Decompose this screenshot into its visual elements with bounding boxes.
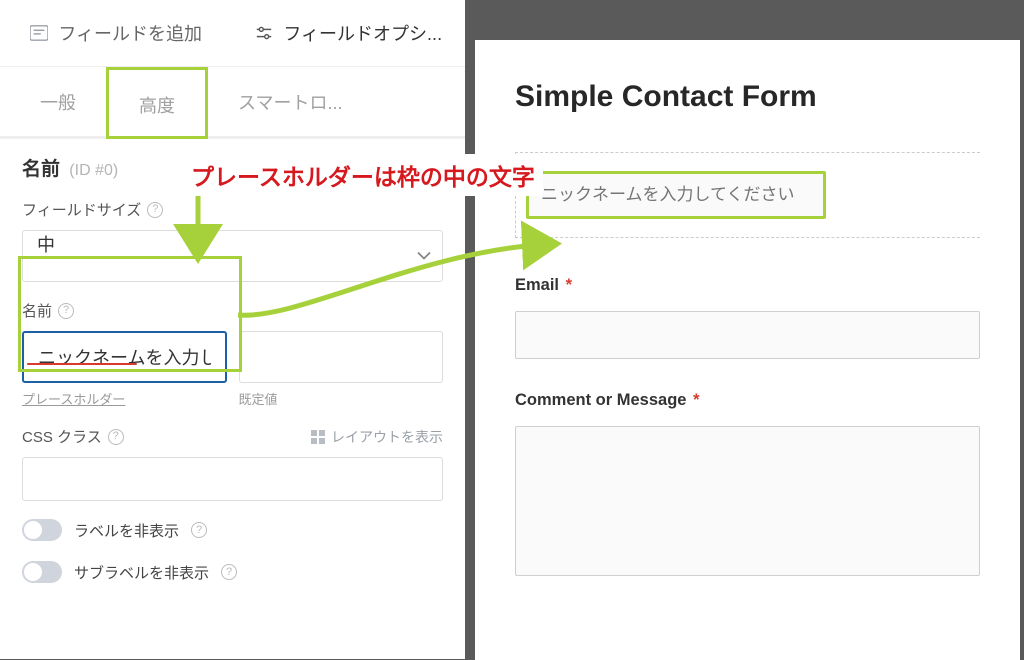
css-class-input[interactable] — [22, 457, 443, 501]
help-icon[interactable]: ? — [147, 202, 163, 218]
field-size-label-text: フィールドサイズ — [22, 199, 141, 220]
preview-wrap: Simple Contact Form Email * Comment or M… — [465, 0, 1024, 659]
required-indicator: * — [693, 391, 699, 409]
field-size-label: フィールドサイズ ? — [22, 199, 443, 220]
comment-textarea[interactable] — [515, 426, 980, 576]
field-size-select[interactable]: 中 — [22, 230, 443, 282]
css-class-label-text: CSS クラス — [22, 426, 102, 447]
hide-sublabel-row: サブラベルを非表示 ? — [22, 561, 465, 583]
panel-header-title: 名前 — [22, 159, 60, 180]
preview-title: Simple Contact Form — [515, 80, 980, 114]
hide-sublabel-text: サブラベルを非表示 — [74, 562, 209, 583]
placeholder-input[interactable] — [22, 331, 227, 383]
form-icon — [30, 24, 48, 42]
email-input[interactable] — [515, 311, 980, 359]
sliders-icon — [255, 24, 273, 42]
name-label: 名前 ? — [22, 300, 443, 321]
form-preview: Simple Contact Form Email * Comment or M… — [475, 40, 1020, 660]
red-underline — [27, 363, 137, 365]
annotation-text: プレースホルダーは枠の中の文字 — [183, 154, 543, 196]
default-sublabel: 既定値 — [239, 389, 444, 408]
subtab-general-label: 一般 — [40, 93, 76, 113]
grid-icon — [311, 430, 325, 444]
subtab-advanced-label: 高度 — [139, 96, 175, 116]
top-tabs: フィールドを追加 フィールドオプシ... — [0, 0, 465, 67]
comment-label: Comment or Message * — [515, 391, 980, 410]
email-label-text: Email — [515, 276, 559, 294]
side-panel: フィールドを追加 フィールドオプシ... 一般 高度 スマートロ... 名前 (… — [0, 0, 465, 659]
tab-add-field[interactable]: フィールドを追加 — [0, 0, 233, 66]
help-icon[interactable]: ? — [191, 522, 207, 538]
hide-label-toggle[interactable] — [22, 519, 62, 541]
field-size-section: フィールドサイズ ? 中 — [0, 181, 465, 282]
tab-field-options-label: フィールドオプシ... — [283, 20, 442, 46]
help-icon[interactable]: ? — [221, 564, 237, 580]
subtab-smartlogic-label: スマートロ... — [238, 93, 342, 113]
comment-label-text: Comment or Message — [515, 391, 686, 409]
email-label: Email * — [515, 276, 980, 295]
placeholder-sublabel: プレースホルダー — [22, 389, 227, 408]
email-field: Email * — [515, 276, 980, 359]
tab-field-options[interactable]: フィールドオプシ... — [233, 0, 466, 66]
hide-label-text: ラベルを非表示 — [74, 520, 179, 541]
default-value-input[interactable] — [239, 331, 444, 383]
css-class-section: CSS クラス ? レイアウトを表示 — [0, 408, 465, 501]
help-icon[interactable]: ? — [108, 429, 124, 445]
subtab-general[interactable]: 一般 — [10, 67, 106, 139]
subtab-advanced[interactable]: 高度 — [106, 67, 208, 139]
name-label-text: 名前 — [22, 300, 52, 321]
hide-label-row: ラベルを非表示 ? — [22, 519, 465, 541]
show-layout-link[interactable]: レイアウトを表示 — [311, 427, 443, 447]
panel-header-id: (ID #0) — [69, 162, 118, 179]
name-field-block[interactable] — [515, 152, 980, 238]
show-layout-text: レイアウトを表示 — [331, 427, 443, 447]
nickname-input[interactable] — [526, 171, 826, 219]
tab-add-field-label: フィールドを追加 — [58, 20, 202, 46]
help-icon[interactable]: ? — [58, 303, 74, 319]
name-section: 名前 ? プレースホルダー 既定値 — [0, 282, 465, 408]
comment-field: Comment or Message * — [515, 391, 980, 576]
sub-tabs: 一般 高度 スマートロ... — [0, 67, 465, 139]
subtab-smartlogic[interactable]: スマートロ... — [208, 67, 372, 139]
field-size-value: 中 — [22, 230, 443, 282]
css-class-label: CSS クラス ? — [22, 426, 124, 447]
hide-sublabel-toggle[interactable] — [22, 561, 62, 583]
required-indicator: * — [566, 276, 572, 294]
